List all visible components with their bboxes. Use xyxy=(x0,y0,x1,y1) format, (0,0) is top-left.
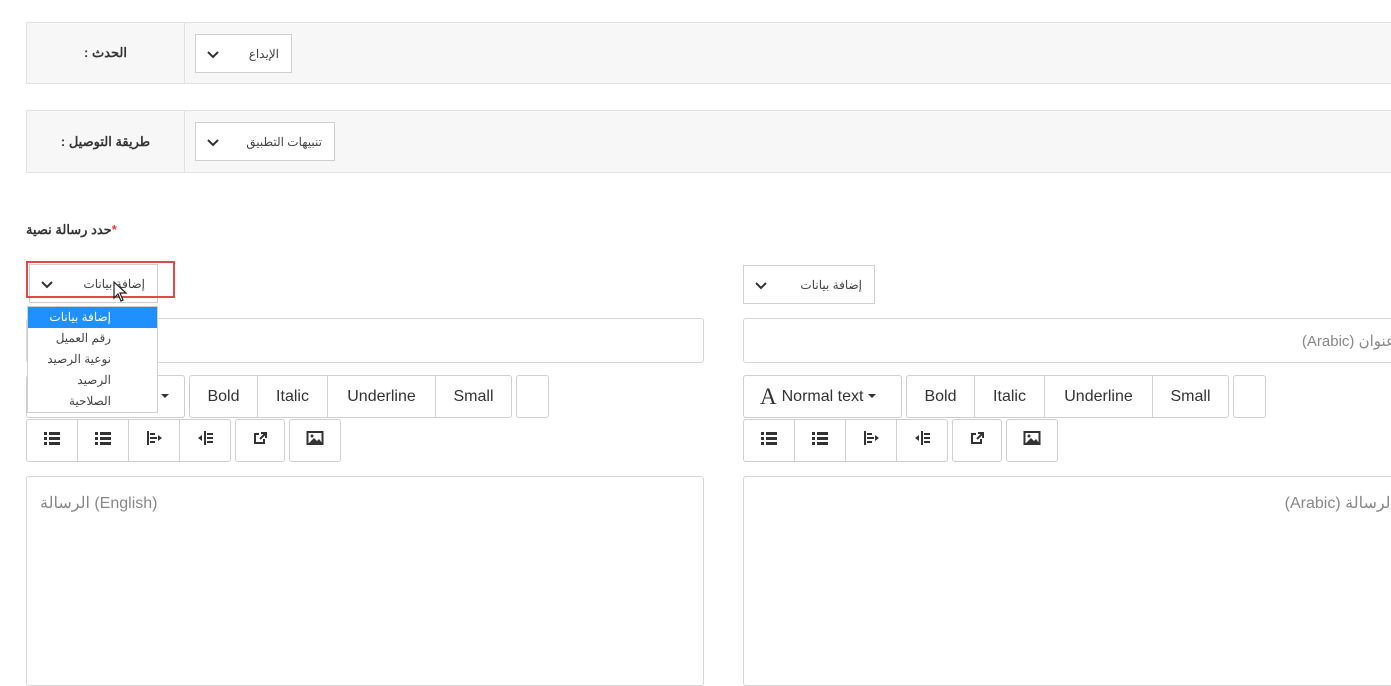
indent-icon xyxy=(913,429,931,452)
left-italic-button[interactable]: Italic xyxy=(257,375,328,418)
right-message-placeholder: الرسالة (Arabic) xyxy=(1284,495,1391,512)
left-message-editor[interactable]: الرسالة (English) xyxy=(26,476,704,686)
dropdown-option[interactable]: الرصيد xyxy=(28,370,157,391)
right-underline-button[interactable]: Underline xyxy=(1044,375,1153,418)
left-small-button[interactable]: Small xyxy=(435,375,512,418)
font-icon: A xyxy=(760,383,777,409)
select-highlight xyxy=(26,261,175,298)
cursor-icon xyxy=(113,281,128,302)
event-row: : الحدث الإيداع xyxy=(26,22,1391,84)
right-ordered-list-button[interactable] xyxy=(794,419,846,462)
image-icon xyxy=(306,429,324,452)
right-small-button[interactable]: Small xyxy=(1152,375,1229,418)
right-image-button[interactable] xyxy=(1006,419,1058,462)
list-unordered-icon xyxy=(760,429,778,452)
link-icon xyxy=(968,429,986,452)
list-unordered-icon xyxy=(43,429,61,452)
caret-down-icon xyxy=(160,388,170,406)
delivery-select[interactable]: تنبيهات التطبيق xyxy=(195,122,335,161)
image-icon xyxy=(1023,429,1041,452)
left-message-placeholder: الرسالة (English) xyxy=(40,495,158,512)
right-unordered-list-button[interactable] xyxy=(743,419,795,462)
left-outdent-button[interactable] xyxy=(128,419,180,462)
normal-text-label: Normal text xyxy=(781,387,864,405)
event-label: : الحدث xyxy=(27,23,185,83)
right-link-button[interactable] xyxy=(952,419,1002,462)
chevron-down-icon xyxy=(196,47,230,61)
list-ordered-icon xyxy=(811,429,829,452)
indent-icon xyxy=(196,429,214,452)
chevron-down-icon xyxy=(196,135,230,149)
right-add-data-select[interactable]: إضافة بيانات xyxy=(743,265,875,304)
dropdown-option[interactable]: رقم العميل xyxy=(28,328,157,349)
event-select[interactable]: الإيداع xyxy=(195,34,292,73)
event-select-value: الإيداع xyxy=(248,46,279,61)
list-ordered-icon xyxy=(94,429,112,452)
chevron-down-icon xyxy=(744,278,778,292)
left-image-button[interactable] xyxy=(289,419,341,462)
dropdown-option[interactable]: الصلاحية xyxy=(28,391,157,412)
right-indent-button[interactable] xyxy=(896,419,948,462)
left-color-button[interactable] xyxy=(516,375,549,418)
sms-section-title: حدد رسالة نصية* xyxy=(26,222,117,237)
left-ordered-list-button[interactable] xyxy=(77,419,129,462)
right-add-data-value: إضافة بيانات xyxy=(800,277,862,292)
left-unordered-list-button[interactable] xyxy=(26,419,78,462)
right-message-editor[interactable]: الرسالة (Arabic) xyxy=(743,476,1391,686)
right-bold-button[interactable]: Bold xyxy=(906,375,975,418)
right-title-input[interactable]: عنوان (Arabic) xyxy=(743,318,1391,363)
link-icon xyxy=(251,429,269,452)
right-color-button[interactable] xyxy=(1233,375,1266,418)
right-title-placeholder: عنوان (Arabic) xyxy=(1301,332,1391,350)
delivery-row: : طريقة التوصيل تنبيهات التطبيق xyxy=(26,110,1391,173)
right-italic-button[interactable]: Italic xyxy=(974,375,1045,418)
required-mark: * xyxy=(111,222,117,237)
dropdown-option[interactable]: نوعية الرصيد xyxy=(28,349,157,370)
right-outdent-button[interactable] xyxy=(845,419,897,462)
outdent-icon xyxy=(145,429,163,452)
right-font-style-button[interactable]: A Normal text xyxy=(743,375,902,418)
left-underline-button[interactable]: Underline xyxy=(327,375,436,418)
dropdown-option[interactable]: إضافة بيانات xyxy=(28,307,157,328)
caret-down-icon xyxy=(867,388,877,406)
delivery-label: : طريقة التوصيل xyxy=(27,111,185,172)
left-link-button[interactable] xyxy=(235,419,285,462)
left-indent-button[interactable] xyxy=(179,419,231,462)
outdent-icon xyxy=(862,429,880,452)
delivery-select-value: تنبيهات التطبيق xyxy=(246,134,322,149)
add-data-dropdown-list: إضافة بيانات رقم العميل نوعية الرصيد الر… xyxy=(27,306,158,413)
left-bold-button[interactable]: Bold xyxy=(189,375,258,418)
